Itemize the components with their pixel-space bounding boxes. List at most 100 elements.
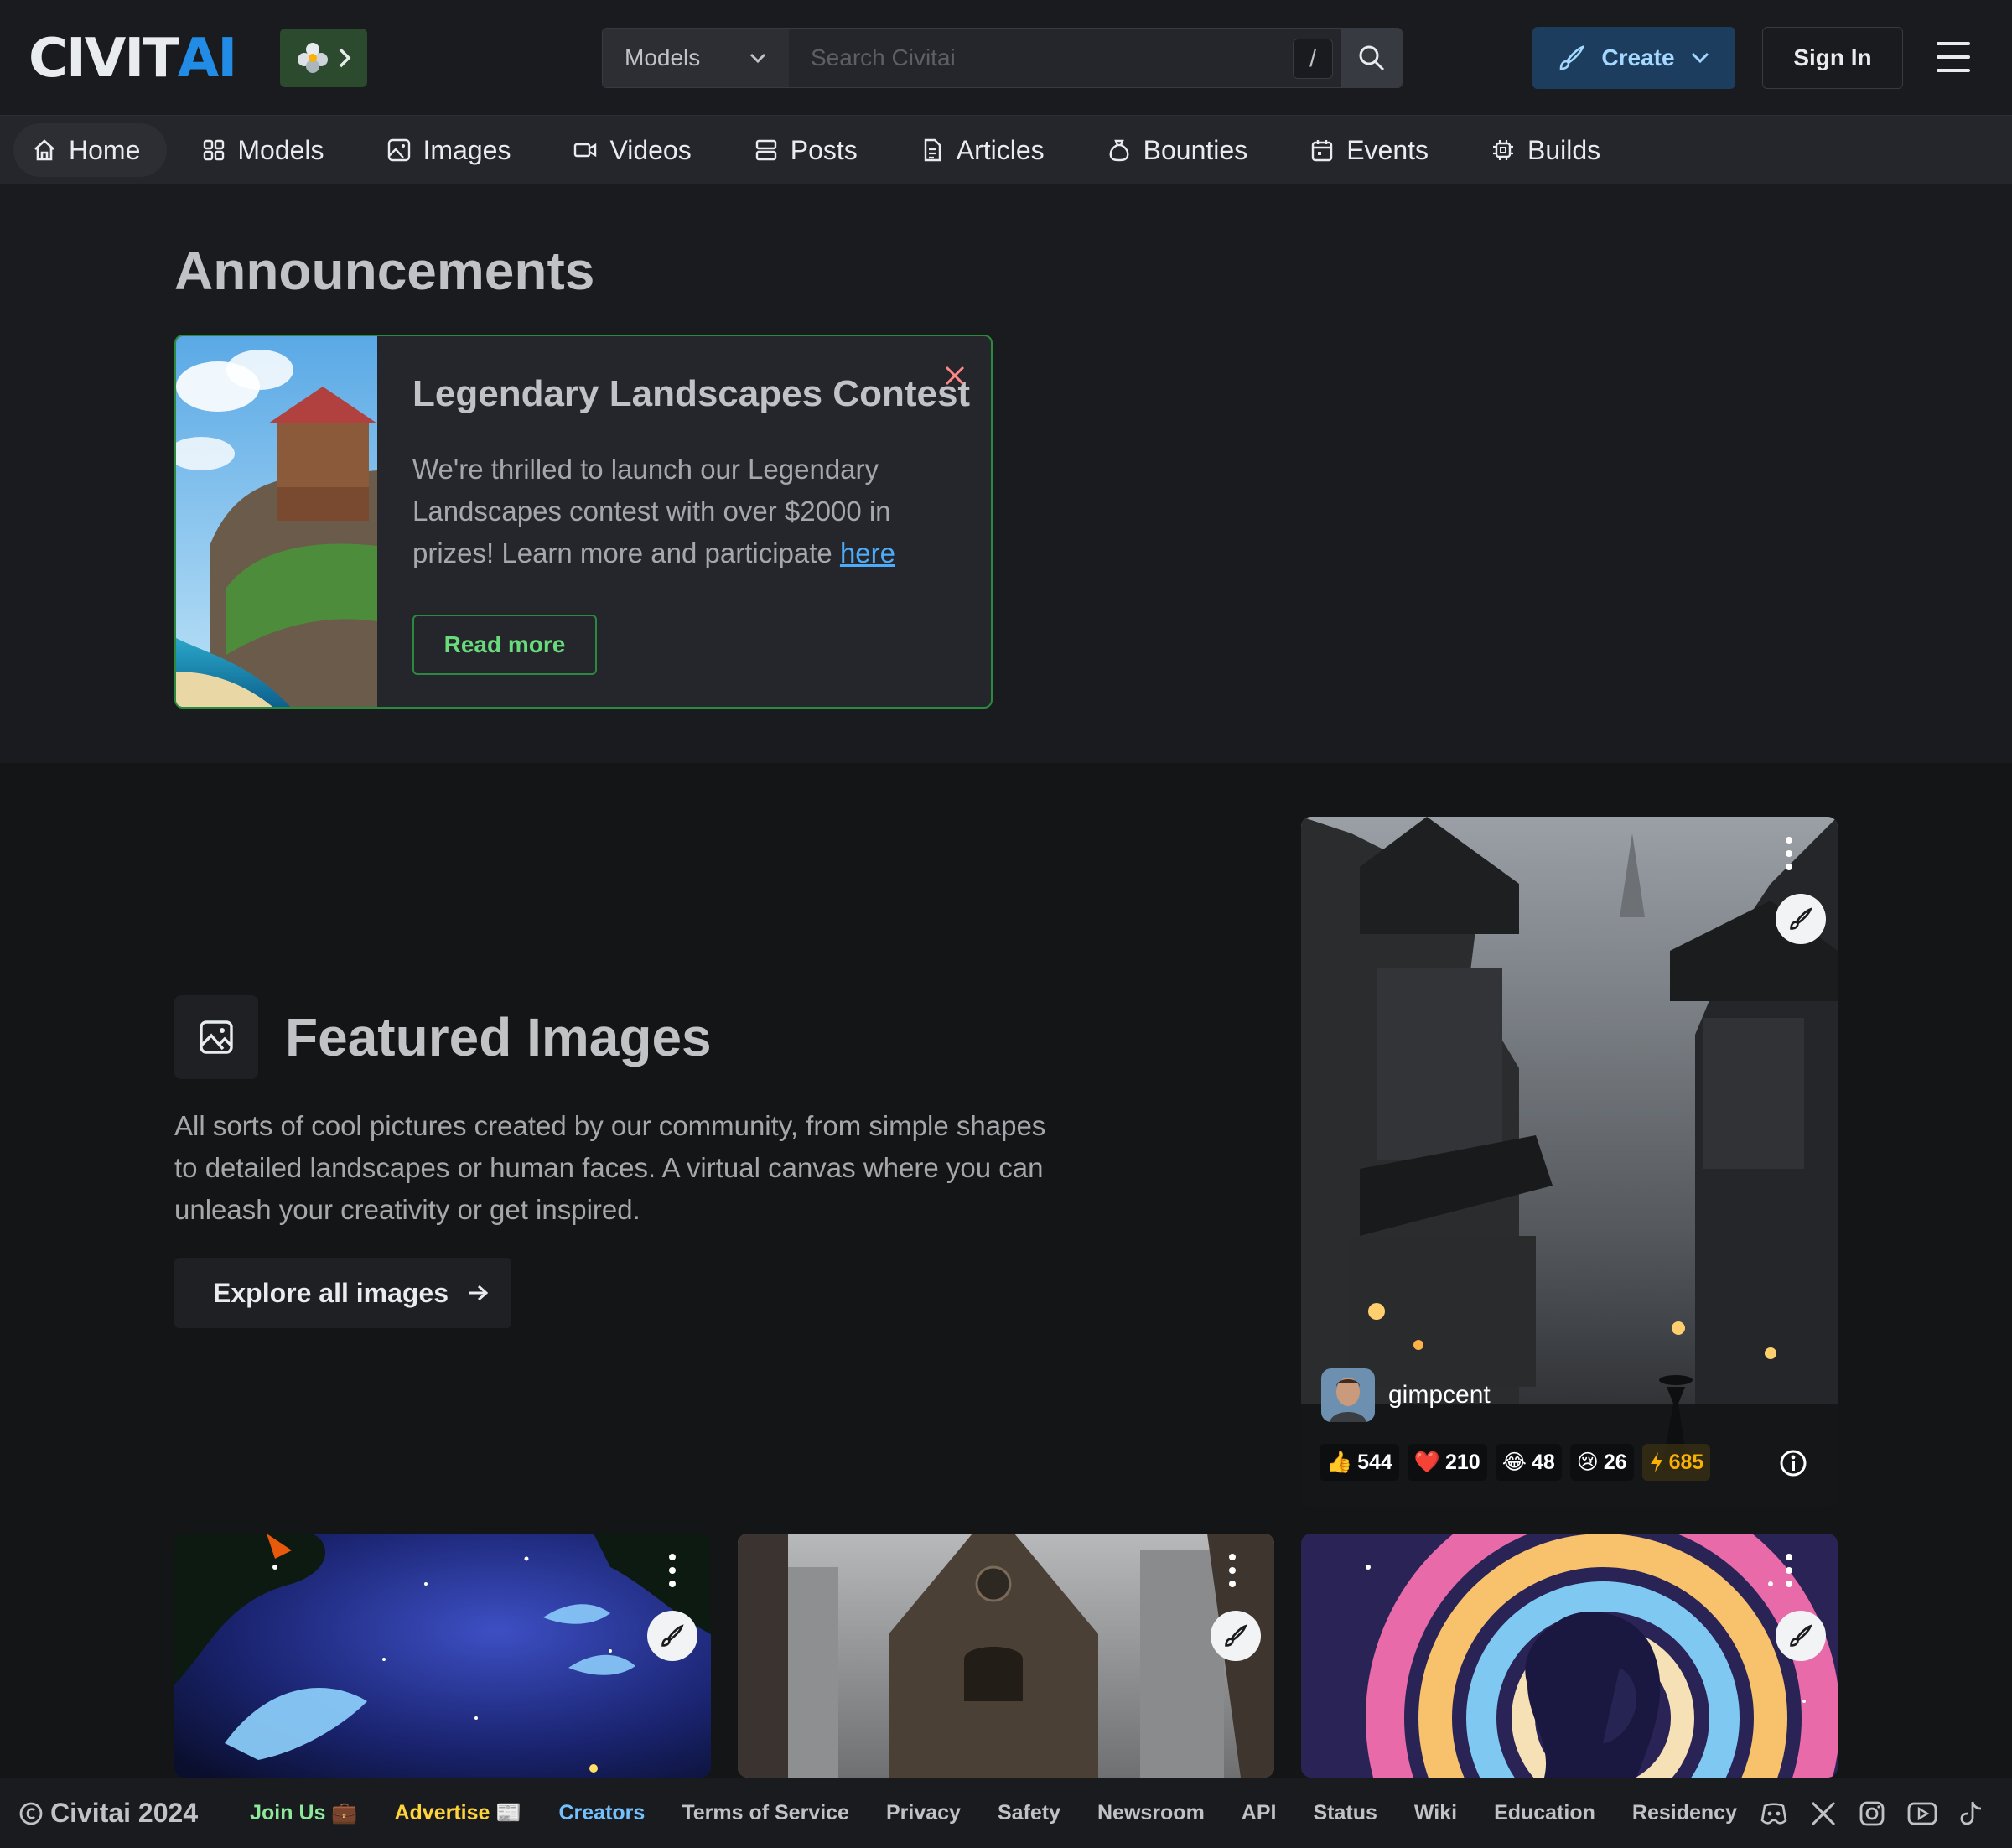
file-text-icon <box>924 138 941 162</box>
nav-item-images[interactable]: Images <box>368 123 538 177</box>
social-links <box>1759 1799 1985 1829</box>
featured-image-cathedral <box>738 1534 1274 1778</box>
remix-button[interactable] <box>1776 1611 1826 1661</box>
nav-label: Videos <box>609 134 692 165</box>
civitai-logo[interactable]: CIVIT AI <box>29 28 237 90</box>
more-options-icon[interactable] <box>667 1554 677 1587</box>
image-author[interactable]: gimpcent <box>1321 1368 1491 1422</box>
grid-icon <box>204 139 225 161</box>
reaction-laugh[interactable]: 😂 48 <box>1495 1444 1562 1481</box>
moneybag-icon <box>1109 139 1129 162</box>
footer-link-education[interactable]: Education <box>1494 1801 1595 1825</box>
reaction-heart[interactable]: ❤️ 210 <box>1407 1444 1487 1481</box>
chevron-right-icon <box>339 48 351 68</box>
sign-in-button[interactable]: Sign In <box>1762 27 1903 89</box>
footer-link-privacy[interactable]: Privacy <box>886 1801 961 1825</box>
nav-item-articles[interactable]: Articles <box>901 123 1071 177</box>
reaction-buzz[interactable]: 685 <box>1641 1444 1711 1481</box>
reaction-bar: 👍 544 ❤️ 210 😂 48 😢 26 685 <box>1320 1444 1711 1481</box>
remix-button[interactable] <box>647 1611 697 1661</box>
brush-icon <box>661 1624 684 1647</box>
discord-icon[interactable] <box>1759 1799 1789 1829</box>
avatar <box>1321 1368 1375 1422</box>
main-nav: Home Models Images Videos Posts Articles… <box>0 116 2012 184</box>
announcement-link[interactable]: here <box>840 537 895 568</box>
cry-count: 26 <box>1603 1450 1627 1474</box>
brush-icon <box>1560 44 1585 70</box>
footer-link-residency[interactable]: Residency <box>1632 1801 1737 1825</box>
video-icon <box>574 143 597 158</box>
nav-item-builds[interactable]: Builds <box>1472 123 1627 177</box>
arrow-right-icon <box>469 1285 489 1301</box>
nav-label: Bounties <box>1143 134 1248 165</box>
footer-link-wiki[interactable]: Wiki <box>1414 1801 1457 1825</box>
announcement-card: Legendary Landscapes Contest We're thril… <box>174 335 993 709</box>
brush-icon <box>1790 907 1812 930</box>
nav-item-home[interactable]: Home <box>13 123 168 177</box>
layout-list-icon <box>755 139 776 161</box>
nav-label: Builds <box>1527 134 1601 165</box>
nav-item-videos[interactable]: Videos <box>554 123 718 177</box>
nav-item-posts[interactable]: Posts <box>735 123 884 177</box>
top-header: CIVIT AI Models Search Civitai / Create S… <box>0 0 2012 116</box>
footer-link-safety[interactable]: Safety <box>998 1801 1060 1825</box>
featured-image-card-main[interactable]: gimpcent 👍 544 ❤️ 210 😂 48 😢 26 685 <box>1301 817 1838 1506</box>
more-options-icon[interactable] <box>1784 1554 1794 1587</box>
nav-label: Home <box>69 134 141 165</box>
featured-image-card[interactable] <box>738 1534 1274 1778</box>
featured-image-space-fish <box>174 1534 711 1778</box>
buzz-count: 685 <box>1668 1450 1704 1474</box>
announcement-text: We're thrilled to launch our Legendary L… <box>412 454 891 568</box>
featured-description: All sorts of cool pictures created by ou… <box>174 1110 1046 1225</box>
featured-image-card[interactable] <box>1301 1534 1838 1778</box>
footer-link-creators[interactable]: Creators <box>559 1801 646 1825</box>
nav-item-bounties[interactable]: Bounties <box>1088 123 1275 177</box>
search-category-select[interactable]: Models <box>603 29 789 87</box>
footer-link-terms[interactable]: Terms of Service <box>682 1801 849 1825</box>
nav-item-models[interactable]: Models <box>184 123 350 177</box>
search-bar: Models Search Civitai / <box>602 28 1403 88</box>
event-badge[interactable] <box>280 29 367 87</box>
footer-link-api[interactable]: API <box>1242 1801 1277 1825</box>
footer: Civitai 2024 Join Us 💼 Advertise 📰 Creat… <box>0 1778 2012 1848</box>
thumbs-up-icon: 👍 <box>1326 1450 1353 1474</box>
footer-link-advertise[interactable]: Advertise 📰 <box>394 1801 521 1825</box>
nav-item-events[interactable]: Events <box>1291 123 1455 177</box>
copyright-icon <box>19 1802 43 1825</box>
search-input[interactable]: Search Civitai / <box>789 29 1341 87</box>
close-icon[interactable] <box>942 363 967 388</box>
remix-button[interactable] <box>1776 894 1826 944</box>
search-button[interactable] <box>1341 29 1402 87</box>
nav-label: Events <box>1346 134 1429 165</box>
tiktok-icon[interactable] <box>1958 1799 1985 1828</box>
instagram-icon[interactable] <box>1858 1799 1886 1828</box>
x-twitter-icon[interactable] <box>1809 1799 1838 1828</box>
featured-image-card[interactable] <box>174 1534 711 1778</box>
flower-icon <box>298 43 328 73</box>
menu-icon[interactable] <box>1937 42 1970 72</box>
more-options-icon[interactable] <box>1784 837 1794 870</box>
announcement-heading: Legendary Landscapes Contest <box>412 373 971 414</box>
featured-title: Featured Images <box>285 1007 712 1067</box>
youtube-icon[interactable] <box>1906 1799 1938 1828</box>
search-shortcut-key: / <box>1293 39 1333 79</box>
info-icon[interactable] <box>1779 1449 1807 1477</box>
reaction-like[interactable]: 👍 544 <box>1320 1444 1399 1481</box>
more-options-icon[interactable] <box>1227 1554 1237 1587</box>
remix-button[interactable] <box>1211 1611 1261 1661</box>
explore-all-images-button[interactable]: Explore all images <box>174 1258 511 1328</box>
create-button[interactable]: Create <box>1532 27 1735 89</box>
search-category-value: Models <box>625 44 701 70</box>
create-label: Create <box>1601 44 1675 70</box>
footer-link-status[interactable]: Status <box>1313 1801 1377 1825</box>
footer-link-newsroom[interactable]: Newsroom <box>1097 1801 1205 1825</box>
reaction-cry[interactable]: 😢 26 <box>1569 1444 1634 1481</box>
footer-link-join-us[interactable]: Join Us 💼 <box>250 1801 357 1825</box>
announcement-body: We're thrilled to launch our Legendary L… <box>412 449 957 574</box>
laugh-count: 48 <box>1531 1450 1555 1474</box>
search-placeholder: Search Civitai <box>811 44 956 70</box>
brush-icon <box>1790 1624 1812 1647</box>
calendar-icon <box>1311 140 1333 162</box>
photo-icon <box>200 1020 233 1054</box>
read-more-button[interactable]: Read more <box>412 615 597 675</box>
